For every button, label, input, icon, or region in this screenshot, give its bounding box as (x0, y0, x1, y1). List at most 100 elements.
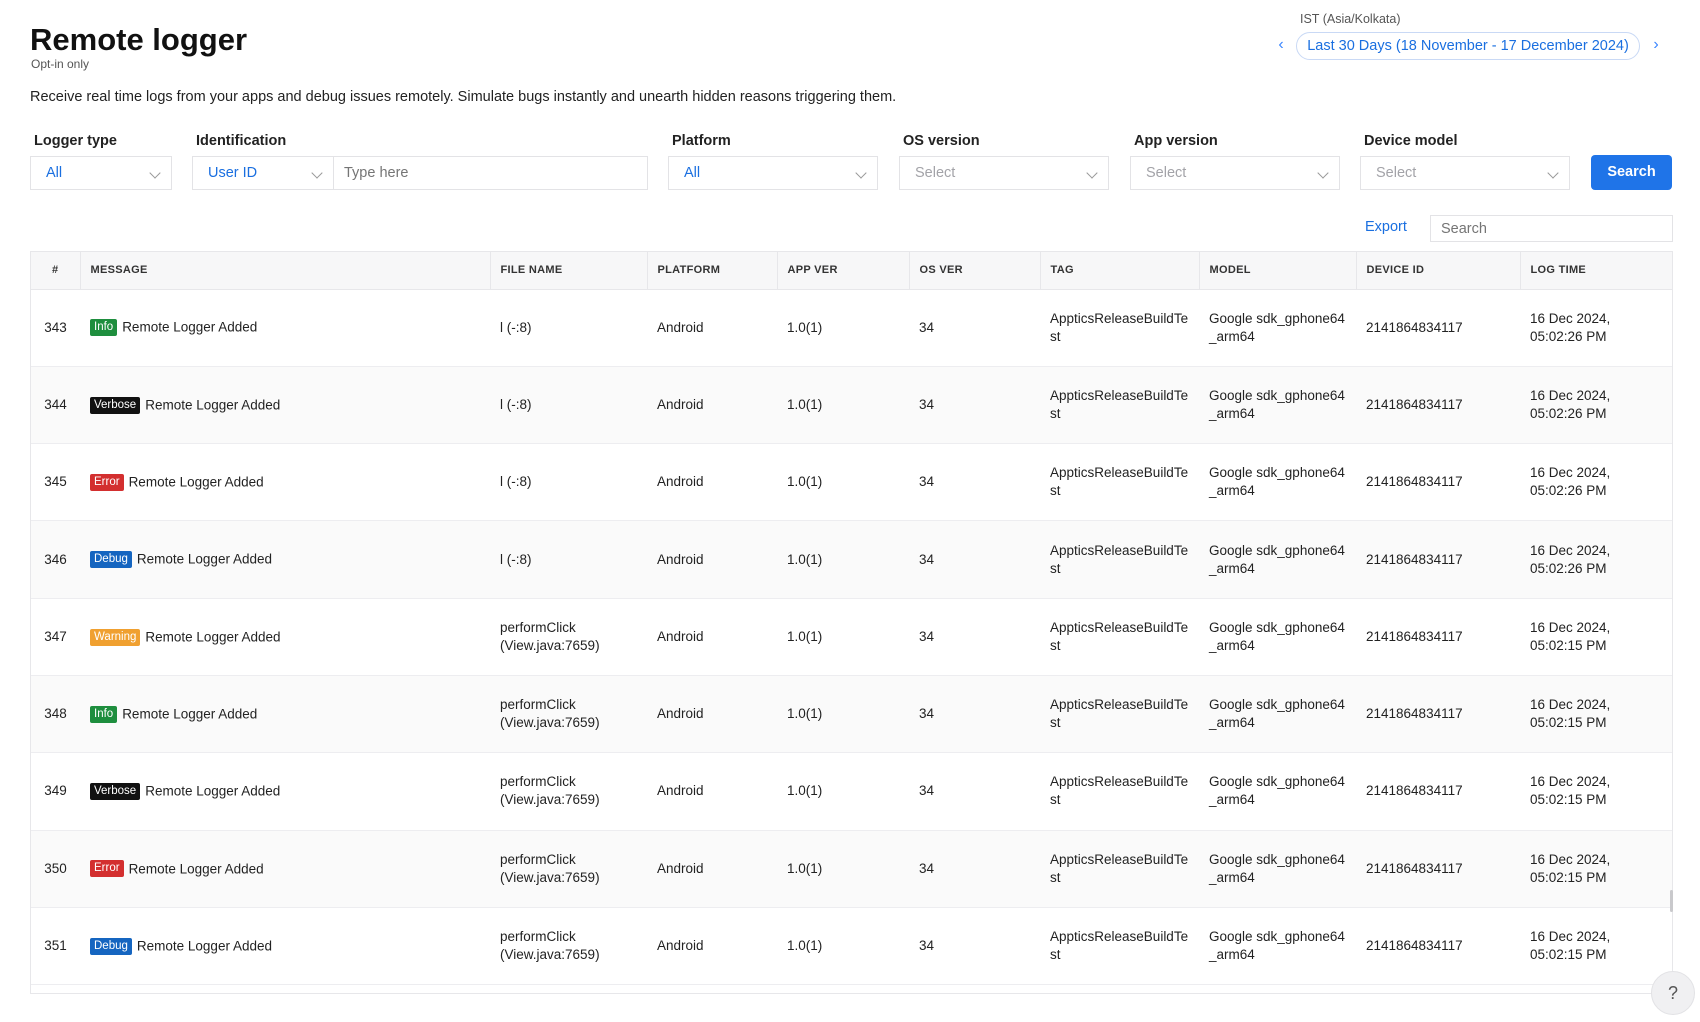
file-name-cell: performClick (View.java:7659) (490, 598, 647, 676)
platform-select[interactable]: All (668, 156, 878, 190)
tag-cell: AppticsReleaseBuildTest (1040, 907, 1199, 986)
model-cell: Google sdk_gphone64_arm64 (1199, 752, 1356, 831)
device-model-select[interactable]: Select (1360, 156, 1570, 190)
table-row[interactable]: 346 Debug Remote Logger Added l (-:8) Androi… (31, 520, 1672, 599)
message-text: Remote Logger Added (128, 860, 264, 876)
logger-type-select[interactable]: All (30, 156, 172, 190)
log-time-cell: 16 Dec 2024, 05:02:15 PM (1520, 830, 1672, 908)
table-header-row: # MESSAGE FILE NAME PLATFORM APP VER OS … (31, 252, 1672, 290)
device-id-cell: 2141864834117 (1356, 598, 1520, 676)
log-time-cell: 16 Dec 2024, 05:02:15 PM (1520, 675, 1672, 754)
date-range-picker[interactable]: Last 30 Days (18 November - 17 December … (1296, 32, 1640, 60)
logger-type-label: Logger type (34, 133, 117, 149)
column-header-tag[interactable]: TAG (1040, 252, 1200, 290)
identification-input[interactable] (334, 156, 648, 190)
table-row[interactable]: 349 Verbose Remote Logger Added performClic… (31, 752, 1672, 831)
model-cell: Google sdk_gphone64_arm64 (1199, 598, 1356, 676)
file-name-cell: l (-:8) (490, 520, 647, 599)
column-header-app-ver[interactable]: APP VER (777, 252, 910, 290)
row-number: 346 (31, 520, 80, 599)
row-number: 343 (31, 289, 80, 367)
table-row[interactable]: 347 Warning Remote Logger Added performClic… (31, 598, 1672, 676)
column-header-file-name[interactable]: FILE NAME (490, 252, 648, 290)
column-header-device-id[interactable]: DEVICE ID (1356, 252, 1521, 290)
app-version-cell: 1.0(1) (777, 366, 909, 445)
log-time-cell: 16 Dec 2024, 05:02:15 PM (1520, 598, 1672, 676)
chevron-left-icon[interactable]: ‹ (1272, 34, 1290, 56)
row-number: 347 (31, 598, 80, 676)
table-row[interactable]: 348 Info Remote Logger Added performClick (… (31, 675, 1672, 754)
app-version-select[interactable]: Select (1130, 156, 1340, 190)
os-version-cell: 34 (909, 520, 1040, 599)
model-cell: Google sdk_gphone64_arm64 (1199, 289, 1356, 367)
search-button[interactable]: Search (1591, 155, 1672, 190)
log-level-badge: Error (90, 860, 124, 878)
os-version-cell: 34 (909, 830, 1040, 908)
table-search-input[interactable] (1430, 215, 1673, 242)
message-cell: Error Remote Logger Added (80, 830, 490, 908)
export-link[interactable]: Export (1365, 219, 1407, 235)
table-scrollbar[interactable] (1670, 890, 1673, 912)
model-cell: Google sdk_gphone64_arm64 (1199, 675, 1356, 754)
table-row[interactable]: 343 Info Remote Logger Added l (-:8) Android… (31, 289, 1672, 367)
app-version-value: Select (1146, 165, 1187, 181)
app-version-cell: 1.0(1) (777, 830, 909, 908)
device-id-cell: 2141864834117 (1356, 520, 1520, 599)
log-time-cell: 16 Dec 2024, 05:02:26 PM (1520, 366, 1672, 445)
message-cell: Debug Remote Logger Added (80, 520, 490, 599)
chevron-down-icon (149, 167, 161, 179)
table-row[interactable]: 350 Error Remote Logger Added performClick … (31, 830, 1672, 908)
device-id-cell: 2141864834117 (1356, 289, 1520, 367)
device-id-cell: 2141864834117 (1356, 366, 1520, 445)
question-mark-icon[interactable]: ? (1651, 971, 1695, 1015)
app-version-cell: 1.0(1) (777, 289, 909, 367)
message-text: Remote Logger Added (145, 783, 281, 799)
column-header-platform[interactable]: PLATFORM (647, 252, 778, 290)
message-cell: Debug Remote Logger Added (80, 907, 490, 986)
os-version-cell: 34 (909, 675, 1040, 754)
app-version-cell: 1.0(1) (777, 598, 909, 676)
column-header-model[interactable]: MODEL (1199, 252, 1357, 290)
tag-cell: AppticsReleaseBuildTest (1040, 366, 1199, 445)
chevron-down-icon (1317, 167, 1329, 179)
file-name-cell: performClick (View.java:7659) (490, 675, 647, 754)
column-header-message[interactable]: MESSAGE (80, 252, 491, 290)
platform-cell: Android (647, 443, 777, 522)
platform-cell: Android (647, 830, 777, 908)
column-header-num[interactable]: # (31, 252, 81, 290)
table-row[interactable]: 345 Error Remote Logger Added l (-:8) Androi… (31, 443, 1672, 522)
chevron-down-icon (1086, 167, 1098, 179)
log-level-badge: Verbose (90, 783, 141, 801)
row-number: 348 (31, 675, 80, 754)
chevron-down-icon (311, 167, 323, 179)
device-id-cell: 2141864834117 (1356, 907, 1520, 986)
os-version-cell: 34 (909, 752, 1040, 831)
model-cell: Google sdk_gphone64_arm64 (1199, 366, 1356, 445)
table-row[interactable]: 351 Debug Remote Logger Added performClick … (31, 907, 1672, 986)
row-number: 344 (31, 366, 80, 445)
app-version-cell: 1.0(1) (777, 907, 909, 986)
column-header-log-time[interactable]: LOG TIME (1520, 252, 1672, 290)
log-time-cell: 16 Dec 2024, 05:02:26 PM (1520, 289, 1672, 367)
platform-cell: Android (647, 752, 777, 831)
column-header-os-ver[interactable]: OS VER (909, 252, 1041, 290)
platform-label: Platform (672, 133, 731, 149)
platform-cell: Android (647, 520, 777, 599)
identification-label: Identification (196, 133, 287, 149)
model-cell: Google sdk_gphone64_arm64 (1199, 520, 1356, 599)
device-id-cell: 2141864834117 (1356, 675, 1520, 754)
device-id-cell: 2141864834117 (1356, 443, 1520, 522)
message-text: Remote Logger Added (128, 474, 264, 490)
file-name-cell: performClick (View.java:7659) (490, 907, 647, 986)
table-row[interactable]: 344 Verbose Remote Logger Added l (-:8) Andr… (31, 366, 1672, 445)
message-text: Remote Logger Added (122, 706, 258, 722)
os-version-select[interactable]: Select (899, 156, 1109, 190)
message-text: Remote Logger Added (122, 319, 258, 335)
log-level-badge: Info (90, 319, 118, 337)
chevron-down-icon (855, 167, 867, 179)
chevron-right-icon[interactable]: › (1647, 34, 1665, 56)
timezone-label: IST (Asia/Kolkata) (1300, 12, 1401, 26)
app-version-cell: 1.0(1) (777, 752, 909, 831)
identification-select[interactable]: User ID (192, 156, 334, 190)
platform-cell: Android (647, 598, 777, 676)
